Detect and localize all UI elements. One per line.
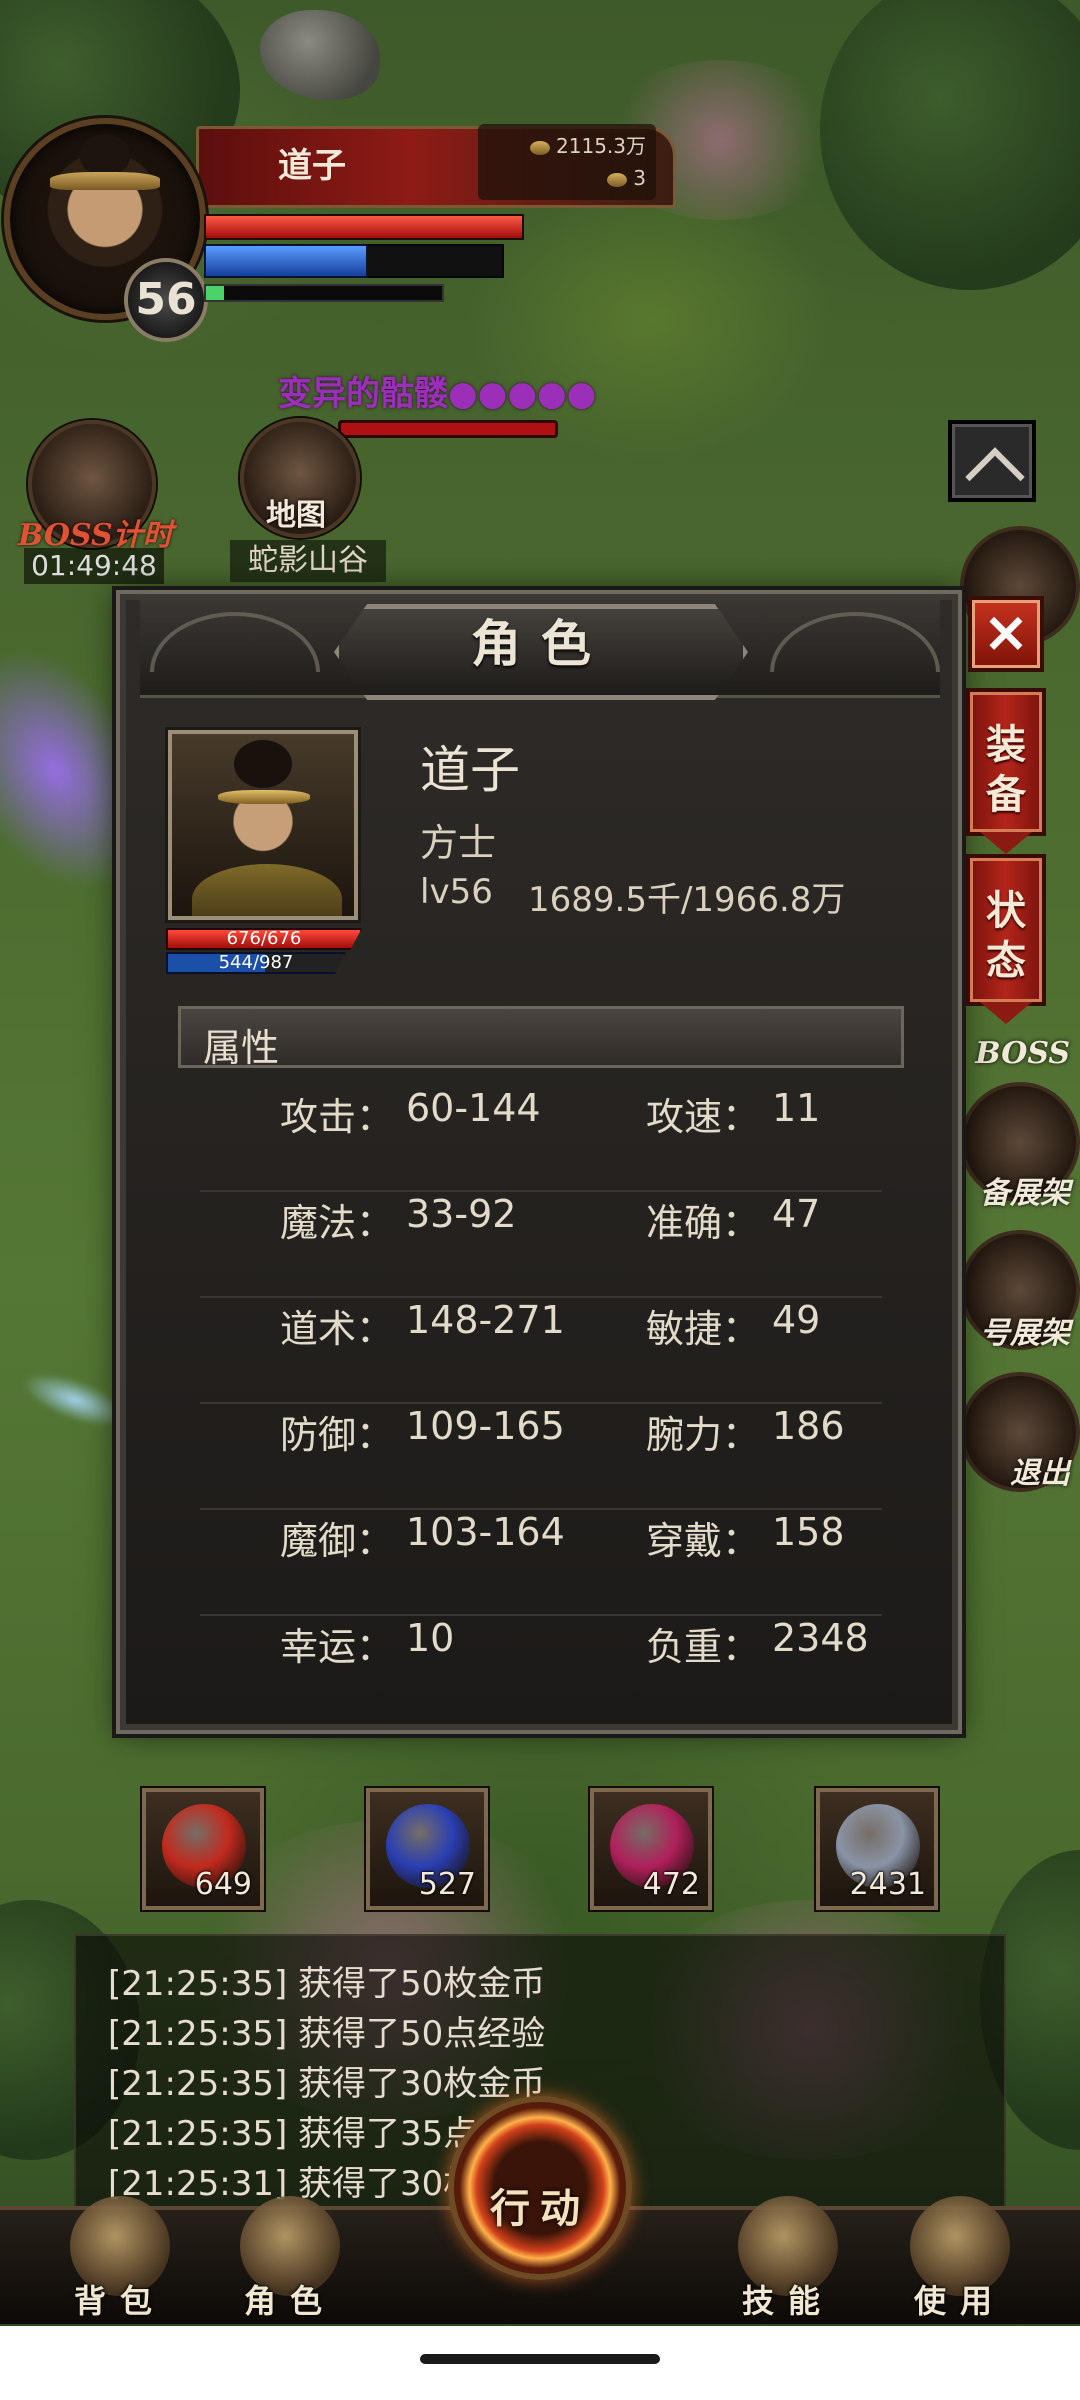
gold-amount: 2115.3万	[556, 134, 646, 158]
magic-value: 33-92	[406, 1192, 517, 1236]
nav-skills-label: 技能	[741, 2282, 834, 2320]
attack-speed-label: 攻速：	[646, 1095, 761, 1139]
nav-bag-button[interactable]: 背包	[50, 2192, 190, 2322]
title-display-label: 号展架	[980, 1316, 1070, 1351]
attack-speed-value: 11	[772, 1086, 821, 1130]
enemy-name: 变异的骷髅●●●●●	[278, 374, 597, 414]
wear-weight-label: 穿戴：	[646, 1519, 761, 1563]
tab-status-label: 状态	[986, 887, 1026, 984]
attributes-section-header: 属性	[178, 1006, 904, 1070]
player-level-badge: 56	[124, 258, 208, 342]
close-icon: ×	[982, 600, 1030, 665]
enemy-hp-bar	[338, 420, 558, 438]
attributes-title: 属性	[203, 1026, 280, 1070]
equipment-display-label: 备展架	[980, 1176, 1070, 1211]
attribute-row: 魔御： 103-164 穿戴： 158	[200, 1510, 882, 1616]
ingot-row: 3	[607, 166, 646, 190]
side-boss-label: BOSS	[975, 1036, 1070, 1071]
attributes-table: 攻击： 60-144 攻速： 11 魔法： 33-92 准确： 47 道术： 1…	[200, 1086, 882, 1700]
defense-label: 防御：	[280, 1413, 395, 1457]
player-exp-bar	[206, 286, 224, 300]
panel-title: 角色	[471, 614, 611, 673]
attribute-row: 幸运： 10 负重： 2348	[200, 1616, 882, 1700]
agility-label: 敏捷：	[646, 1307, 761, 1351]
item-count: 2431	[849, 1867, 926, 1902]
boss-timer-countdown: 01:49:48	[24, 548, 164, 584]
item-count: 649	[194, 1867, 252, 1902]
carry-weight-value: 2348	[772, 1616, 869, 1660]
player-hp-bar	[204, 214, 524, 240]
luck-value: 10	[406, 1616, 455, 1660]
attribute-row: 防御： 109-165 腕力： 186	[200, 1404, 882, 1510]
item-slot-silver-scroll[interactable]: 2431	[816, 1788, 938, 1910]
item-slot-blue-potion[interactable]: 527	[366, 1788, 488, 1910]
action-button-label: 行动	[490, 2185, 590, 2232]
taoism-label: 道术：	[280, 1307, 395, 1351]
attack-label: 攻击：	[280, 1095, 395, 1139]
attribute-row: 攻击： 60-144 攻速： 11	[200, 1086, 882, 1192]
tree-foliage	[820, 0, 1080, 290]
character-mp-bar: 544/987	[166, 952, 346, 974]
strength-label: 腕力：	[646, 1413, 761, 1457]
gold-ingot-icon	[607, 172, 628, 187]
attribute-row: 魔法： 33-92 准确： 47	[200, 1192, 882, 1298]
agility-value: 49	[772, 1298, 821, 1342]
item-slot-red-potion[interactable]: 649	[142, 1788, 264, 1910]
log-line: [21:25:35] 获得了30枚金币	[108, 2064, 546, 2104]
character-hp-bar: 676/676	[166, 928, 362, 950]
magic-defense-value: 103-164	[406, 1510, 565, 1554]
tab-equipment[interactable]: 装备	[966, 688, 1046, 854]
magic-label: 魔法：	[280, 1201, 395, 1245]
gold-coin-icon	[530, 140, 551, 155]
character-portrait	[168, 730, 358, 920]
rock	[260, 10, 380, 100]
character-experience: 1689.5千/1966.8万	[528, 880, 846, 920]
nav-bag-label: 背包	[73, 2282, 166, 2320]
log-line: [21:25:35] 获得了35点经	[108, 2114, 512, 2154]
nav-role-button[interactable]: 角色	[220, 2192, 360, 2322]
close-button[interactable]: ×	[968, 596, 1044, 672]
nav-skills-button[interactable]: 技能	[718, 2192, 858, 2322]
item-count: 527	[418, 1867, 476, 1902]
collapse-arrow-button[interactable]	[948, 420, 1036, 502]
carry-weight-label: 负重：	[646, 1625, 761, 1669]
strength-value: 186	[772, 1404, 845, 1448]
luck-label: 幸运：	[280, 1625, 395, 1669]
tab-status[interactable]: 状态	[966, 854, 1046, 1024]
character-level: lv56	[420, 872, 493, 912]
gold-row: 2115.3万	[530, 130, 646, 159]
log-line: [21:25:35] 获得了50枚金币	[108, 1964, 546, 2004]
taoism-value: 148-271	[406, 1298, 565, 1342]
accuracy-label: 准确：	[646, 1201, 761, 1245]
log-line: [21:25:35] 获得了50点经验	[108, 2014, 546, 2054]
item-count: 472	[642, 1867, 700, 1902]
wear-weight-value: 158	[772, 1510, 845, 1554]
accuracy-value: 47	[772, 1192, 821, 1236]
magic-defense-label: 魔御：	[280, 1519, 395, 1563]
defense-value: 109-165	[406, 1404, 565, 1448]
nav-use-label: 使用	[913, 2282, 1006, 2320]
attribute-row: 道术： 148-271 敏捷： 49	[200, 1298, 882, 1404]
character-name: 道子	[420, 741, 520, 799]
nav-use-button[interactable]: 使用	[890, 2192, 1030, 2322]
ingot-amount: 3	[633, 166, 646, 190]
nav-role-label: 角色	[243, 2282, 336, 2320]
exit-label: 退出	[1010, 1456, 1070, 1491]
home-indicator[interactable]	[420, 2354, 660, 2364]
currency-panel: 2115.3万 3	[478, 124, 656, 200]
current-map-name: 蛇影山谷	[230, 540, 386, 582]
tab-equipment-label: 装备	[986, 721, 1026, 818]
map-button-label: 地图	[266, 498, 326, 533]
player-name: 道子	[278, 146, 346, 186]
player-mp-bar	[204, 244, 368, 278]
player-exp-bar-track	[204, 284, 444, 302]
item-slot-red-scroll[interactable]: 472	[590, 1788, 712, 1910]
character-class: 方士	[420, 821, 497, 865]
attack-value: 60-144	[406, 1086, 541, 1130]
